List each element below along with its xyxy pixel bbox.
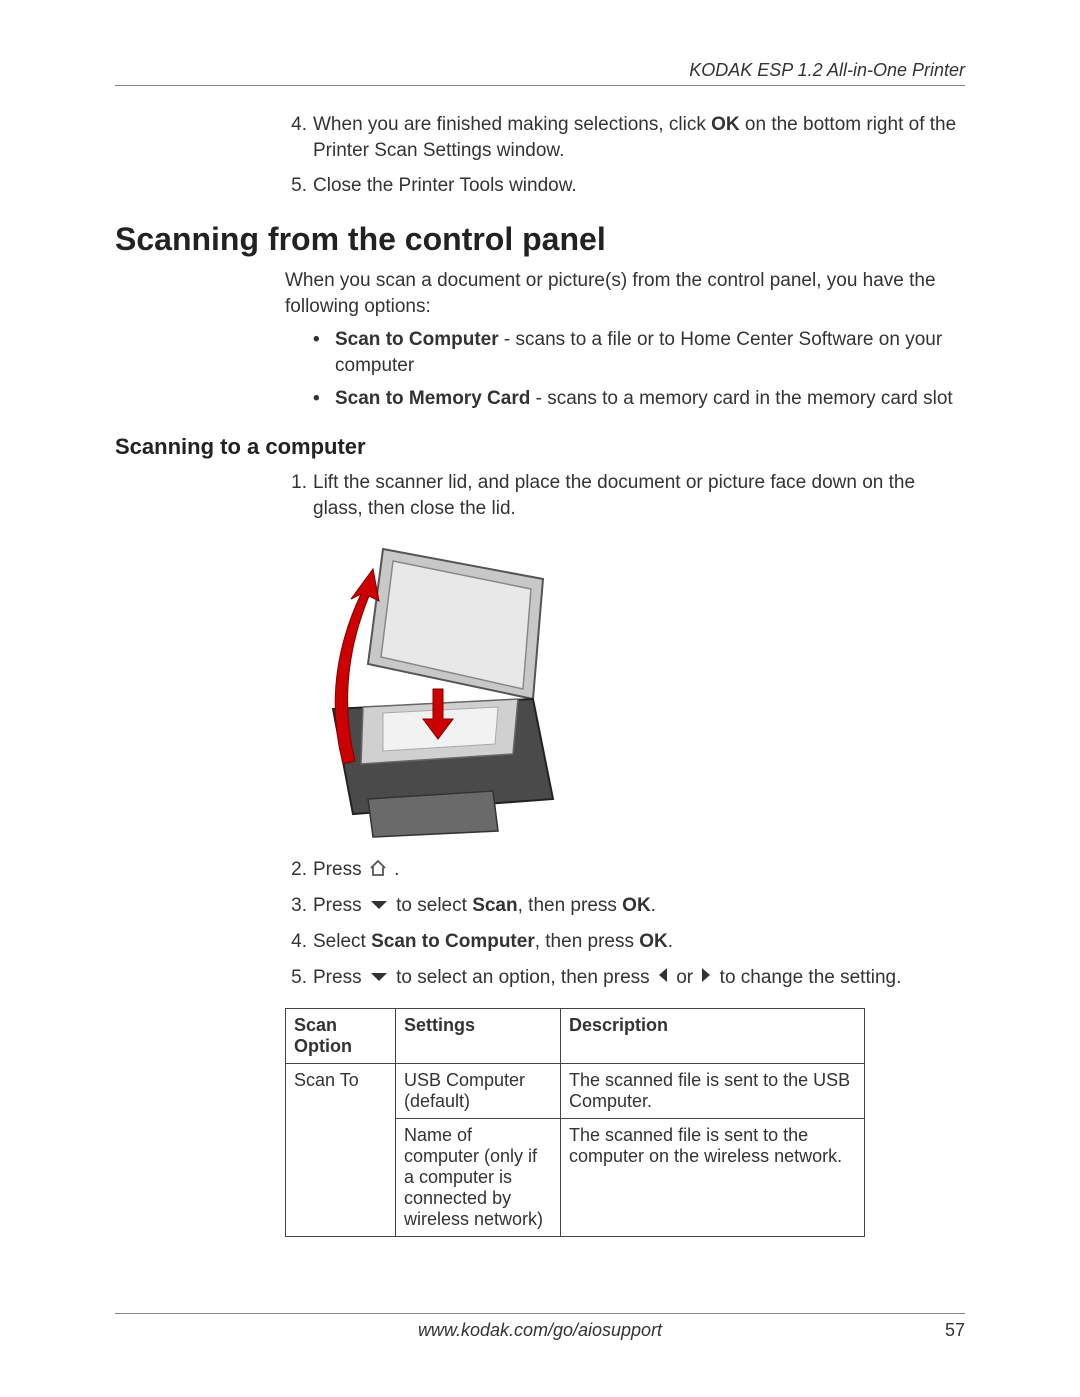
step-number: 5. <box>285 173 313 199</box>
col-description: Description <box>561 1009 865 1064</box>
step-number: 5. <box>285 965 313 991</box>
step-number: 3. <box>285 893 313 919</box>
col-scan-option: Scan Option <box>286 1009 396 1064</box>
cell-scan-option: Scan To <box>286 1064 396 1237</box>
list-item: Scan to Computer - scans to a file or to… <box>335 327 965 378</box>
step-number: 4. <box>285 929 313 955</box>
step-text: Select Scan to Computer, then press OK. <box>313 929 965 955</box>
scan-options-list: Scan to Computer - scans to a file or to… <box>313 327 965 412</box>
scan-options-table: Scan Option Settings Description Scan To… <box>285 1008 865 1237</box>
step-text: Press to select an option, then press or… <box>313 965 965 991</box>
computer-steps-list: 1. Lift the scanner lid, and place the d… <box>285 470 965 521</box>
home-icon <box>369 858 387 884</box>
footer-url: www.kodak.com/go/aiosupport <box>418 1320 662 1340</box>
page-header: KODAK ESP 1.2 All-in-One Printer <box>689 60 965 80</box>
page-number: 57 <box>945 1320 965 1341</box>
step-text: Press . <box>313 857 965 883</box>
page-footer: www.kodak.com/go/aiosupport 57 <box>115 1313 965 1341</box>
step-text: Lift the scanner lid, and place the docu… <box>313 470 965 521</box>
col-settings: Settings <box>396 1009 561 1064</box>
table-row: Scan To USB Computer (default) The scann… <box>286 1064 865 1119</box>
scanner-lid-figure-icon <box>313 539 573 839</box>
page-content: 4. When you are finished making selectio… <box>115 112 965 1237</box>
right-arrow-icon <box>700 965 712 991</box>
cell-setting: Name of computer (only if a computer is … <box>396 1119 561 1237</box>
cell-description: The scanned file is sent to the USB Comp… <box>561 1064 865 1119</box>
down-arrow-icon <box>369 893 389 919</box>
intro-paragraph: When you scan a document or picture(s) f… <box>285 268 965 319</box>
cell-description: The scanned file is sent to the computer… <box>561 1119 865 1237</box>
prev-steps-list: 4. When you are finished making selectio… <box>285 112 965 199</box>
step-text: When you are finished making selections,… <box>313 112 965 163</box>
table-header-row: Scan Option Settings Description <box>286 1009 865 1064</box>
step-text: Close the Printer Tools window. <box>313 173 965 199</box>
computer-steps-list-2: 2. Press . 3. Press to select Scan, th <box>285 857 965 990</box>
cell-setting: USB Computer (default) <box>396 1064 561 1119</box>
printer-illustration <box>313 539 573 839</box>
step-number: 2. <box>285 857 313 883</box>
left-arrow-icon <box>657 965 669 991</box>
heading-scanning-control-panel: Scanning from the control panel <box>115 221 965 258</box>
down-arrow-icon <box>369 965 389 991</box>
step-number: 1. <box>285 470 313 521</box>
step-text: Press to select Scan, then press OK. <box>313 893 965 919</box>
heading-scanning-to-computer: Scanning to a computer <box>115 434 965 460</box>
list-item: Scan to Memory Card - scans to a memory … <box>335 386 953 412</box>
step-number: 4. <box>285 112 313 163</box>
